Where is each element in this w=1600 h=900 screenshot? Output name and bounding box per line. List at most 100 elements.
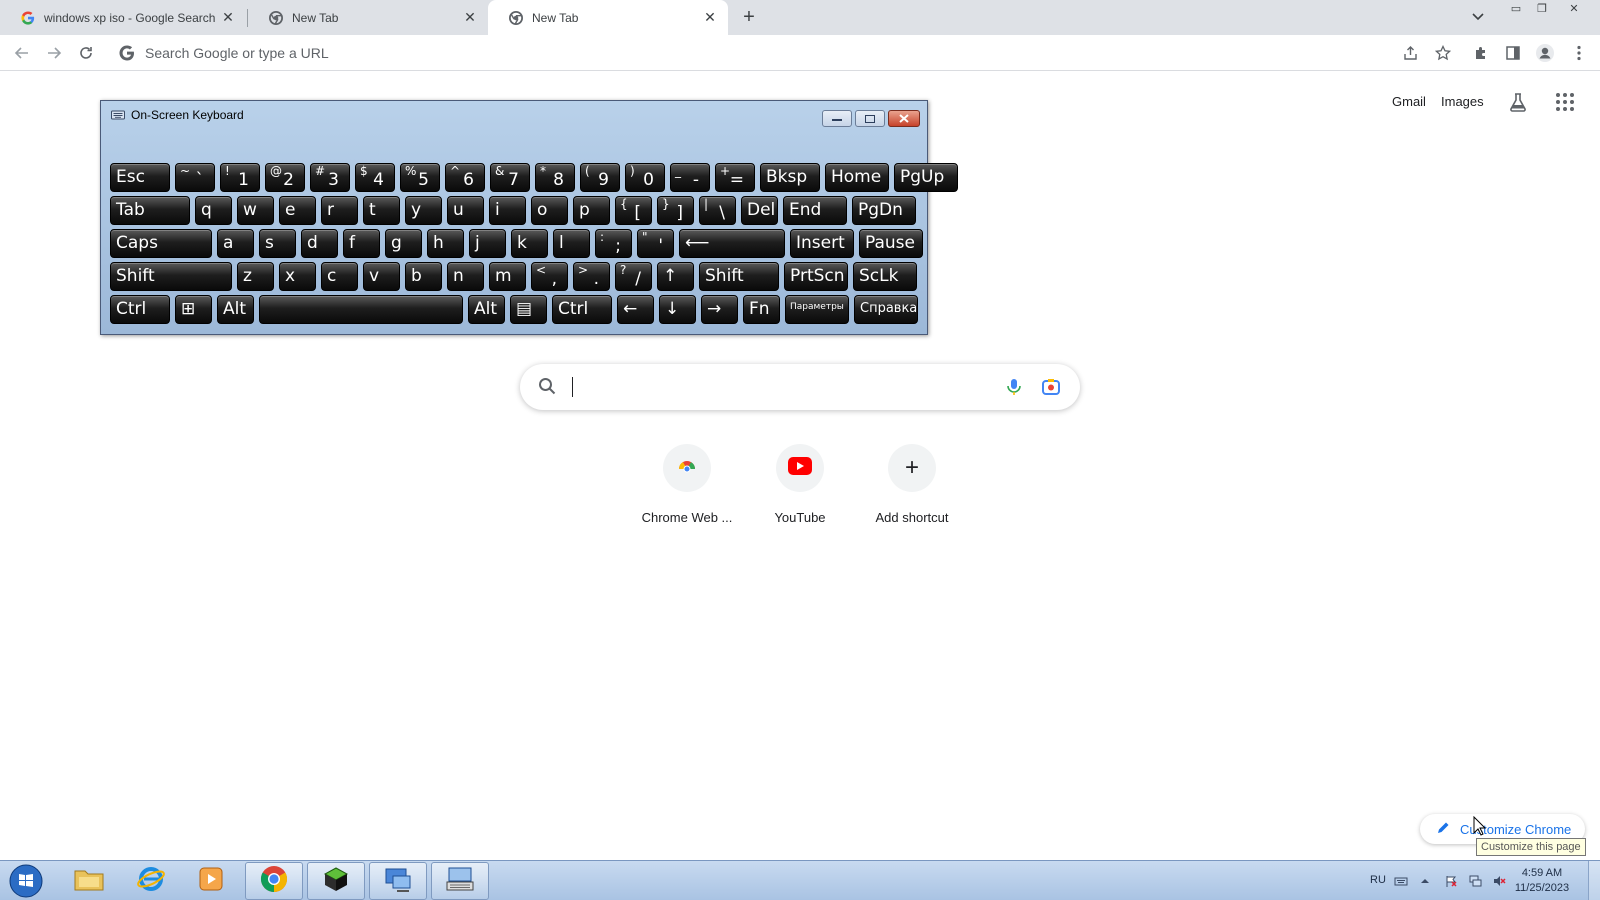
osk-key[interactable]: Del (741, 196, 778, 225)
osk-key[interactable]: Ctrl (110, 295, 170, 324)
omnibox-input[interactable] (145, 45, 1245, 61)
osk-key[interactable]: & 7 (490, 163, 530, 192)
osk-key[interactable]: g (385, 229, 422, 258)
osk-key[interactable]: p (573, 196, 610, 225)
osk-key[interactable]: Caps (110, 229, 212, 258)
voice-search-mic-icon[interactable] (1003, 376, 1025, 398)
osk-key[interactable]: o (531, 196, 568, 225)
osk-key[interactable]: Alt (468, 295, 505, 324)
reload-icon[interactable] (73, 40, 99, 66)
osk-key[interactable]: Bksp (760, 163, 820, 192)
side-panel-icon[interactable] (1500, 40, 1526, 66)
osk-key[interactable]: <, (531, 262, 568, 291)
osk-key[interactable]: y (405, 196, 442, 225)
osk-key[interactable]: Insert (790, 229, 854, 258)
osk-key[interactable] (259, 295, 463, 324)
osk-key[interactable]: (9 (580, 163, 620, 192)
osk-key[interactable]: Esc (110, 163, 170, 192)
taskbar-internet-explorer[interactable] (122, 862, 180, 900)
osk-titlebar[interactable]: On-Screen Keyboard (101, 101, 927, 129)
osk-key[interactable]: s (259, 229, 296, 258)
osk-key[interactable]: Home (825, 163, 889, 192)
osk-key[interactable]: x (279, 262, 316, 291)
osk-key[interactable]: r (321, 196, 358, 225)
action-center-flag-icon[interactable] (1444, 874, 1458, 888)
osk-key[interactable]: $4 (355, 163, 395, 192)
google-apps-grid-icon[interactable] (1555, 92, 1577, 114)
osk-key[interactable]: w (237, 196, 274, 225)
menu-kebab-icon[interactable] (1566, 40, 1592, 66)
osk-key[interactable]: n (447, 262, 484, 291)
taskbar-chrome[interactable] (245, 862, 303, 900)
osk-key[interactable]: % 5 (400, 163, 440, 192)
restore-window-icon[interactable]: ❐ (1529, 0, 1555, 17)
tab-new-tab-active[interactable]: New Tab ✕ (488, 0, 728, 35)
osk-key[interactable]: Tab (110, 196, 190, 225)
minimize-window-icon[interactable]: ▭ (1503, 0, 1529, 17)
osk-key[interactable]: ▤ (510, 295, 547, 324)
volume-muted-icon[interactable] (1492, 874, 1506, 888)
osk-key[interactable]: ScLk (853, 262, 917, 291)
images-link[interactable]: Images (1441, 94, 1484, 109)
osk-key[interactable]: i (489, 196, 526, 225)
extensions-puzzle-icon[interactable] (1468, 40, 1494, 66)
osk-key[interactable]: Справка (854, 295, 918, 324)
osk-key[interactable]: b (405, 262, 442, 291)
osk-key[interactable]: c (321, 262, 358, 291)
osk-key[interactable]: Shift (110, 262, 232, 291)
tray-language[interactable]: RU (1370, 874, 1386, 886)
tab-google-search[interactable]: windows xp iso - Google Search ✕ (0, 0, 246, 35)
osk-key[interactable]: * 8 (535, 163, 575, 192)
osk-key[interactable]: ) 0 (625, 163, 665, 192)
osk-key[interactable]: :; (595, 229, 632, 258)
osk-key[interactable]: Ctrl (552, 295, 612, 324)
start-orb-icon[interactable] (6, 863, 46, 899)
osk-key[interactable]: h (427, 229, 464, 258)
gmail-link[interactable]: Gmail (1392, 94, 1426, 109)
osk-key[interactable]: " ' (637, 229, 674, 258)
new-tab-plus-icon[interactable]: + (737, 5, 761, 29)
taskbar-remote-desktop[interactable] (369, 862, 427, 900)
osk-key[interactable]: → (701, 295, 738, 324)
osk-key[interactable]: Pause (859, 229, 923, 258)
osk-maximize-icon[interactable] (855, 110, 885, 127)
shortcut-youtube[interactable]: YouTube (744, 440, 856, 540)
google-search-box[interactable] (520, 364, 1080, 410)
shortcut-add[interactable]: + Add shortcut (856, 440, 968, 540)
osk-key[interactable]: j (469, 229, 506, 258)
forward-arrow-icon[interactable] (41, 40, 67, 66)
tab-new-tab-1[interactable]: New Tab ✕ (248, 0, 488, 35)
osk-key[interactable]: d (301, 229, 338, 258)
osk-key[interactable]: f (343, 229, 380, 258)
close-icon[interactable]: ✕ (700, 8, 720, 28)
taskbar-on-screen-keyboard[interactable] (431, 862, 489, 900)
tab-search-chevron-icon[interactable] (1468, 7, 1488, 27)
close-icon[interactable]: ✕ (460, 8, 480, 28)
osk-key[interactable]: e (279, 196, 316, 225)
shortcut-chrome-web-store[interactable]: Chrome Web ... (631, 440, 743, 540)
share-icon[interactable] (1398, 40, 1424, 66)
show-hidden-icons-arrow-icon[interactable] (1418, 874, 1432, 888)
osk-key[interactable]: t (363, 196, 400, 225)
osk-key[interactable]: z (237, 262, 274, 291)
osk-key[interactable]: a (217, 229, 254, 258)
taskbar-media-player[interactable] (182, 862, 240, 900)
osk-key[interactable]: ? / (615, 262, 652, 291)
bookmark-star-icon[interactable] (1430, 40, 1456, 66)
osk-key[interactable]: @2 (265, 163, 305, 192)
osk-close-icon[interactable] (888, 110, 920, 127)
taskbar-box-app[interactable] (307, 862, 365, 900)
osk-key[interactable]: }] (657, 196, 694, 225)
osk-key[interactable]: PrtScn (784, 262, 848, 291)
osk-key[interactable]: ⊞ (175, 295, 212, 324)
osk-key[interactable]: | \ (699, 196, 736, 225)
google-lens-camera-icon[interactable] (1040, 376, 1062, 398)
osk-key[interactable]: ~ ` (175, 163, 215, 192)
close-icon[interactable]: ✕ (218, 8, 238, 28)
osk-key[interactable]: ↑ (657, 262, 694, 291)
back-arrow-icon[interactable] (9, 40, 35, 66)
osk-key[interactable]: Fn (743, 295, 780, 324)
osk-minimize-icon[interactable] (822, 110, 852, 127)
osk-key[interactable]: m (489, 262, 526, 291)
close-window-icon[interactable]: ✕ (1561, 0, 1587, 17)
